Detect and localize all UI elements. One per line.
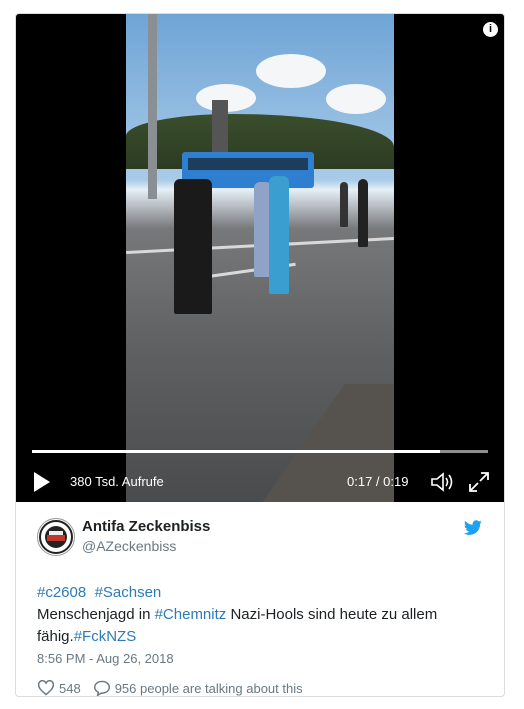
info-icon[interactable]: i bbox=[483, 22, 498, 37]
hashtag-link[interactable]: #c2608 bbox=[37, 584, 86, 601]
tweet-actions: 548 956 people are talking about this bbox=[37, 680, 303, 696]
view-count: 380 Tsd. Aufrufe bbox=[70, 474, 164, 489]
talking-count[interactable]: 956 people are talking about this bbox=[115, 681, 303, 696]
hashtag-link[interactable]: #Sachsen bbox=[95, 584, 162, 601]
volume-icon[interactable] bbox=[430, 471, 454, 493]
video-frame bbox=[126, 14, 394, 502]
embedded-tweet-card: i 380 Tsd. Aufrufe 0:17 / 0:19 Antifa Ze bbox=[15, 13, 505, 697]
twitter-bird-icon[interactable] bbox=[463, 520, 483, 536]
author-handle[interactable]: @AZeckenbiss bbox=[82, 538, 176, 554]
video-player[interactable]: i 380 Tsd. Aufrufe 0:17 / 0:19 bbox=[16, 14, 504, 502]
fullscreen-icon[interactable] bbox=[468, 471, 490, 493]
tweet-meta: Antifa Zeckenbiss @AZeckenbiss #c2608 #S… bbox=[16, 502, 504, 696]
progress-bar[interactable] bbox=[32, 450, 488, 453]
play-icon[interactable] bbox=[34, 472, 50, 492]
tweet-body: Menschenjagd in #Chemnitz Nazi-Hools sin… bbox=[37, 604, 477, 648]
tweet-text: #c2608 #Sachsen Menschenjagd in #Chemnit… bbox=[37, 582, 477, 648]
hashtag-link[interactable]: #FckNZS bbox=[74, 628, 137, 645]
progress-fill bbox=[32, 450, 440, 453]
time-display: 0:17 / 0:19 bbox=[347, 474, 409, 489]
hashtag-link[interactable]: #Chemnitz bbox=[155, 606, 227, 623]
heart-icon[interactable] bbox=[37, 680, 55, 696]
tweet-timestamp[interactable]: 8:56 PM - Aug 26, 2018 bbox=[37, 651, 174, 666]
tweet-text-segment: Menschenjagd in bbox=[37, 606, 155, 623]
like-count[interactable]: 548 bbox=[59, 681, 81, 696]
hashtag-line: #c2608 #Sachsen bbox=[37, 582, 477, 604]
author-name[interactable]: Antifa Zeckenbiss bbox=[82, 518, 210, 535]
reply-bubble-icon[interactable] bbox=[93, 680, 111, 696]
avatar[interactable] bbox=[37, 518, 75, 556]
